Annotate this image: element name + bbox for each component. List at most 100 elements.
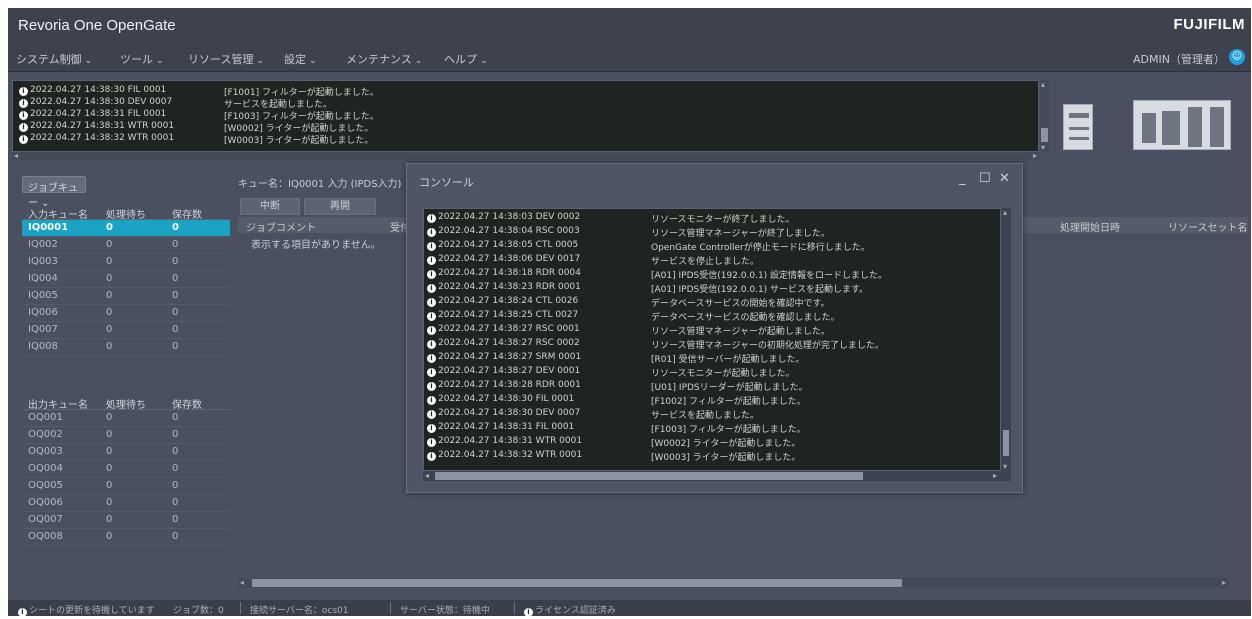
console-row: i 2022.04.27 14:38:24 CTL 0026 データベースサービスの… [427,296,830,309]
table-header: 入力キュー名 処理待ち 保存数 [22,204,230,221]
info-icon: i [427,242,436,251]
menu-settings[interactable]: 設定 ⌄ [284,51,317,67]
table-row[interactable]: IQ006 0 0 [22,305,230,322]
table-row[interactable]: OQ005 0 0 [22,478,230,495]
resume-button[interactable]: 再開 [304,198,376,215]
chevron-down-icon: ⌄ [480,56,488,66]
table-row[interactable]: IQ004 0 0 [22,271,230,288]
scroll-down-icon[interactable]: ▾ [1041,143,1045,152]
info-icon: i [427,424,436,433]
scroll-up-icon[interactable]: ▴ [1003,208,1007,217]
table-row[interactable]: OQ004 0 0 [22,461,230,478]
info-icon: i [427,214,436,223]
scroll-down-icon[interactable]: ▾ [1003,462,1007,471]
table-row[interactable]: IQ003 0 0 [22,254,230,271]
status-server-state: サーバー状態：待機中 [400,606,490,616]
menu-bar: システム制御 ⌄ ツール ⌄ リソース管理 ⌄ 設定 ⌄ メンテナンス ⌄ ヘルプ ⌄ AD… [8,44,1251,72]
close-icon[interactable]: ✕ [999,171,1010,186]
queue-info: キュー名：IQ0001 入力 (IPDS入力) [238,179,402,190]
console-log: i 2022.04.27 14:38:03 DEV 0002 リソースモニターが終了… [423,208,1001,471]
console-row: i 2022.04.27 14:38:30 FIL 0001 [F1002] フィル… [427,394,806,407]
console-row: i 2022.04.27 14:38:32 WTR 0001 [W0003] ライタ… [427,450,800,463]
console-row: i 2022.04.27 14:38:27 RSC 0001 リソース管理マネージャ… [427,324,830,337]
table-row[interactable]: IQ007 0 0 [22,322,230,339]
app-window: Revoria One OpenGate FUJIFILM システム制御 ⌄ ツー… [8,8,1251,616]
console-row: i 2022.04.27 14:38:27 RSC 0002 リソース管理マネージャ… [427,338,884,351]
scroll-left-icon[interactable]: ◂ [240,578,244,587]
printer-icon[interactable] [1063,104,1093,150]
table-row[interactable]: OQ002 0 0 [22,427,230,444]
console-row: i 2022.04.27 14:38:28 RDR 0001 [U01] IPDSリ… [427,380,808,393]
menu-resource[interactable]: リソース管理 ⌄ [188,51,264,67]
info-icon: i [427,382,436,391]
job-horizontal-scrollbar[interactable]: ◂ ▸ [238,578,1228,588]
job-queue-dropdown[interactable]: ジョブキュー ⌄ [22,176,86,209]
log-scroll-thumb[interactable] [1041,128,1048,142]
info-icon: i [427,284,436,293]
console-row: i 2022.04.27 14:38:18 RDR 0004 [A01] IPDS受… [427,268,887,281]
menu-system-control[interactable]: システム制御 ⌄ [16,51,92,67]
table-row[interactable]: OQ008 0 0 [22,529,230,546]
output-queue-table: 出力キュー名 処理待ち 保存数 OQ001 0 0 OQ002 0 0 OQ003 0 0 … [22,394,230,546]
status-bar: i シートの更新を待機しています ジョブ数：0 接続サーバー名：ocs01 サーバ… [8,600,1251,616]
log-vertical-scrollbar[interactable]: ▴ ▾ [1040,80,1049,152]
chevron-down-icon: ⌄ [309,56,317,66]
info-icon: i [427,228,436,237]
menu-maintenance[interactable]: メンテナンス ⌄ [346,51,422,67]
user-icon[interactable]: ☺ [1229,49,1245,65]
console-hscroll-thumb[interactable] [435,472,863,480]
chevron-down-icon: ⌄ [156,56,164,66]
title-bar: Revoria One OpenGate FUJIFILM [8,8,1251,44]
info-icon: i [19,135,28,144]
brand-logo: FUJIFILM [1173,16,1245,33]
console-vertical-scrollbar[interactable]: ▴ ▾ [1001,208,1011,471]
scroll-left-icon[interactable]: ◂ [425,471,429,480]
chevron-down-icon: ⌄ [256,56,264,66]
console-row: i 2022.04.27 14:38:23 RDR 0001 [A01] IPDS受… [427,282,868,295]
console-row: i 2022.04.27 14:38:27 SRM 0001 [R01] 受信サーバ… [427,352,805,365]
console-horizontal-scrollbar[interactable]: ◂ ▸ [423,471,1011,481]
user-label[interactable]: ADMIN（管理者） [1133,51,1225,67]
table-row[interactable]: IQ0001 0 0 [22,220,230,237]
scroll-right-icon[interactable]: ▸ [1033,151,1037,160]
console-row: i 2022.04.27 14:38:31 WTR 0001 [W0002] ライタ… [427,436,800,449]
log-horizontal-scrollbar[interactable]: ◂ ▸ [12,151,1039,160]
maximize-icon[interactable]: ☐ [979,171,991,186]
scroll-up-icon[interactable]: ▴ [1041,80,1045,89]
log-row: i 2022.04.27 14:38:31 FIL 0001 [F1003] フィル… [19,109,379,122]
production-printer-icon[interactable] [1133,100,1231,150]
app-title: Revoria One OpenGate [18,17,176,34]
info-icon: i [19,123,28,132]
console-row: i 2022.04.27 14:38:04 RSC 0003 リソース管理マネージャ… [427,226,830,239]
suspend-button[interactable]: 中断 [240,198,300,215]
table-row[interactable]: OQ006 0 0 [22,495,230,512]
info-icon: i [427,298,436,307]
table-row[interactable]: OQ003 0 0 [22,444,230,461]
info-icon: i [19,87,28,96]
scroll-left-icon[interactable]: ◂ [14,151,18,160]
menu-help[interactable]: ヘルプ ⌄ [444,51,488,67]
info-icon: i [19,99,28,108]
scroll-right-icon[interactable]: ▸ [1222,578,1226,587]
status-job-count: ジョブ数：0 [173,606,224,616]
table-row[interactable]: OQ001 0 0 [22,410,230,427]
table-row[interactable]: IQ008 0 0 [22,339,230,356]
log-row: i 2022.04.27 14:38:31 WTR 0001 [W0002] ライタ… [19,121,373,134]
info-icon: i [18,608,27,616]
scroll-right-icon[interactable]: ▸ [993,471,997,480]
info-icon: i [524,608,533,616]
table-row[interactable]: OQ007 0 0 [22,512,230,529]
info-icon: i [427,326,436,335]
table-row[interactable]: IQ005 0 0 [22,288,230,305]
console-title: コンソール [419,176,474,189]
console-scroll-thumb[interactable] [1003,430,1009,456]
console-row: i 2022.04.27 14:38:31 FIL 0001 [F1003] フィル… [427,422,806,435]
table-header: 出力キュー名 処理待ち 保存数 [22,394,230,411]
console-row: i 2022.04.27 14:38:30 DEV 0007 サービスを起動しました… [427,408,759,421]
minimize-icon[interactable]: _ [959,171,966,186]
info-icon: i [427,312,436,321]
job-scroll-thumb[interactable] [252,579,902,587]
menu-tools[interactable]: ツール ⌄ [120,51,164,67]
table-row[interactable]: IQ002 0 0 [22,237,230,254]
console-dialog[interactable]: コンソール _ ☐ ✕ i 2022.04.27 14:38:03 DEV 000… [406,163,1023,493]
